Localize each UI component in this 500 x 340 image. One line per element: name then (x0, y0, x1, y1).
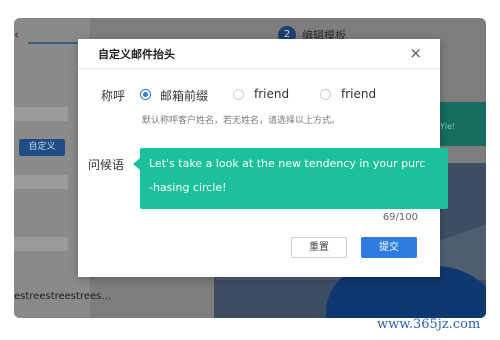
radio-friend-2-label[interactable]: friend (341, 87, 376, 101)
background-field (14, 175, 68, 189)
background-field (14, 237, 68, 251)
greeting-text-tooltip[interactable]: Let's take a look at the new tendency in… (133, 148, 448, 209)
greeting-text-line-2: -hasing circle! (149, 181, 227, 194)
radio-friend-2[interactable] (320, 89, 331, 100)
greeting-label: 问候语 (88, 158, 125, 172)
back-arrow-icon[interactable]: ‹ (14, 28, 19, 43)
submit-button[interactable]: 提交 (361, 237, 417, 258)
char-counter: 69/100 (382, 212, 418, 223)
background-custom-button[interactable]: 自定义 (19, 139, 65, 156)
watermark: www.365jz.com (377, 317, 481, 332)
dialog-title: 自定义邮件抬头 (98, 48, 175, 61)
close-icon[interactable]: × (409, 44, 422, 62)
background-text: estreestreestrees... (14, 291, 111, 302)
background-field (14, 107, 68, 121)
radio-email-prefix[interactable] (140, 89, 151, 100)
radio-friend-1-label[interactable]: friend (254, 87, 289, 101)
salutation-hint: 默认称呼客户姓名，若无姓名，请选择以上方式。 (142, 116, 341, 126)
dialog-header: 自定义邮件抬头 × (78, 39, 440, 69)
radio-friend-1[interactable] (233, 89, 244, 100)
radio-email-prefix-label[interactable]: 邮箱前缀 (160, 87, 208, 104)
background-banner: Yle! (438, 102, 486, 146)
reset-button[interactable]: 重置 (291, 237, 347, 258)
greeting-text-line-1: Let's take a look at the new tendency in… (149, 157, 426, 170)
salutation-label: 称呼 (101, 89, 126, 103)
